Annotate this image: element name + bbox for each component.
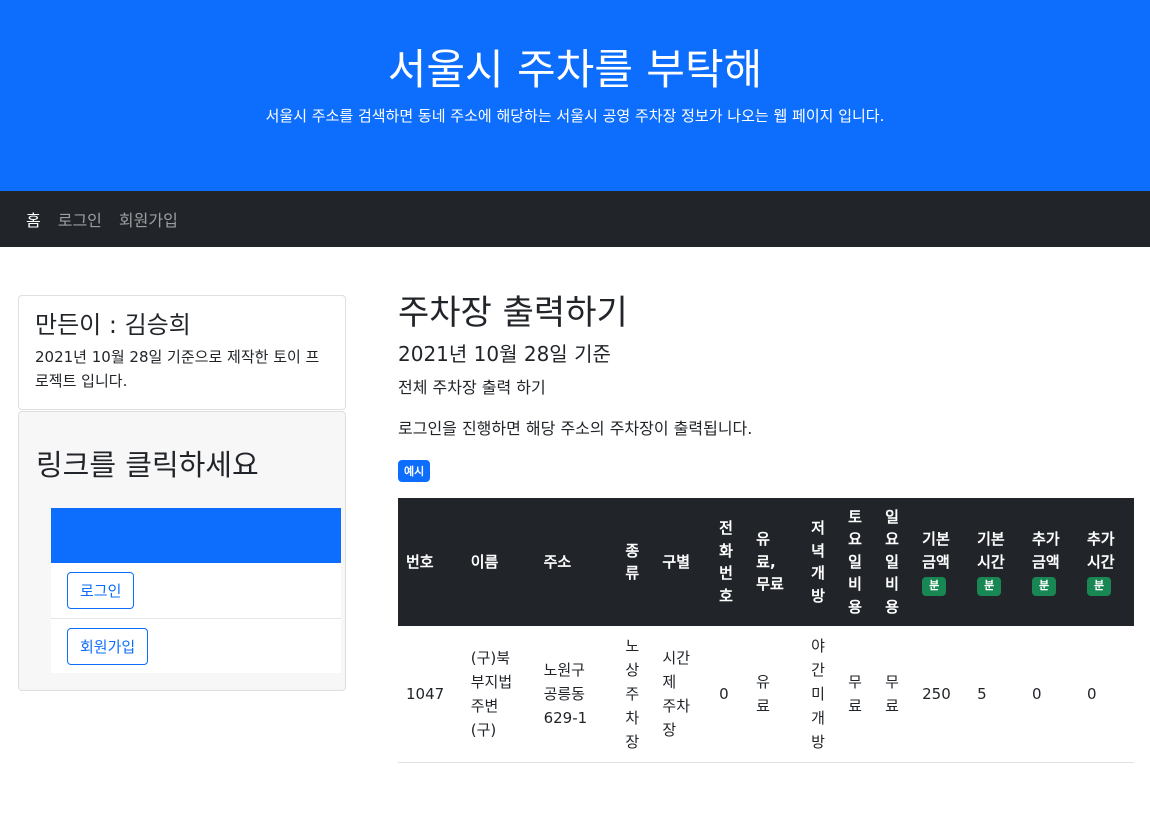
links-title: 링크를 클릭하세요 [36,448,259,483]
nav-login[interactable]: 로그인 [58,207,102,231]
cell-base-time: 5 [969,626,1025,764]
cell-sun: 무료 [877,626,915,764]
sidebar: 만든이 : 김승희 2021년 10월 28일 기준으로 제작한 토이 프로젝트… [18,295,346,692]
page-subtitle: 전체 주차장 출력 하기 [398,377,546,397]
author-title: 만든이 : 김승희 [35,311,191,339]
author-card: 만든이 : 김승희 2021년 10월 28일 기준으로 제작한 토이 프로젝트… [18,295,346,411]
site-title: 서울시 주차를 부탁해 [387,45,763,94]
main-content: 주차장 출력하기 2021년 10월 28일 기준 전체 주차장 출력 하기 로… [398,293,1134,764]
link-list: 로그인 회원가입 [51,508,341,674]
top-navbar: 홈 로그인 회원가입 [0,191,1150,247]
cell-type: 시간제 주차장 [654,626,712,764]
cell-night: 야간미개방 [803,626,841,764]
col-sat: 토요일비용 [840,497,878,627]
cell-sat: 무료 [840,626,878,764]
signup-button[interactable]: 회원가입 [67,627,149,665]
link-row-login: 로그인 [51,563,341,619]
col-base-fee: 기본금액 분 [914,497,970,627]
cell-phone: 0 [711,626,749,764]
cell-num: 1047 [398,626,463,764]
cell-add-time: 0 [1078,626,1134,764]
link-list-header [51,508,341,564]
site-subtitle: 서울시 주소를 검색하면 동네 주소에 해당하는 서울시 공영 주차장 정보가 … [265,107,885,126]
nav-home[interactable]: 홈 [26,207,41,231]
unit-badge: 분 [977,577,1002,596]
links-card: 링크를 클릭하세요 로그인 회원가입 [18,411,346,692]
parking-table: 번호 이름 주소 종류 구별 전화번호 유료,무료 저녁개방 토요일비용 일요일… [398,497,1134,764]
link-row-signup: 회원가입 [51,618,341,674]
col-paid: 유료,무료 [748,497,804,627]
col-kind: 종류 [617,497,655,627]
col-addr: 주소 [535,497,618,627]
page-date: 2021년 10월 28일 기준 [398,341,611,366]
page-title: 주차장 출력하기 [398,293,628,333]
hero-banner: 서울시 주차를 부탁해 서울시 주소를 검색하면 동네 주소에 해당하는 서울시… [0,0,1150,191]
login-button[interactable]: 로그인 [67,572,135,610]
col-num: 번호 [398,497,463,627]
col-add-time: 추가시간 분 [1078,497,1134,627]
cell-paid: 유료 [748,626,804,764]
col-night: 저녁개방 [803,497,841,627]
nav-signup[interactable]: 회원가입 [119,207,178,231]
cell-base-fee: 250 [914,626,970,764]
cell-add-fee: 0 [1024,626,1079,764]
cell-addr: 노원구 공릉동 629-1 [535,626,618,764]
example-badge: 예시 [398,459,431,482]
unit-badge: 분 [1032,577,1057,596]
col-phone: 전화번호 [711,497,749,627]
table-header-row: 번호 이름 주소 종류 구별 전화번호 유료,무료 저녁개방 토요일비용 일요일… [398,497,1134,627]
content-area: 만든이 : 김승희 2021년 10월 28일 기준으로 제작한 토이 프로젝트… [0,247,1150,822]
table-row: 1047 (구)북부지법주변(구) 노원구 공릉동 629-1 노상주차장 시간… [398,626,1134,764]
login-note: 로그인을 진행하면 해당 주소의 주차장이 출력됩니다. [398,418,753,438]
col-type: 구별 [654,497,712,627]
unit-badge: 분 [922,577,947,596]
author-description: 2021년 10월 28일 기준으로 제작한 토이 프로젝트 입니다. [35,348,320,391]
col-add-fee: 추가금액 분 [1024,497,1079,627]
cell-kind: 노상주차장 [617,626,655,764]
col-base-time: 기본시간 분 [969,497,1025,627]
cell-name: (구)북부지법주변(구) [462,626,536,764]
col-name: 이름 [462,497,536,627]
unit-badge: 분 [1086,577,1112,596]
col-sun: 일요일비용 [877,497,915,627]
